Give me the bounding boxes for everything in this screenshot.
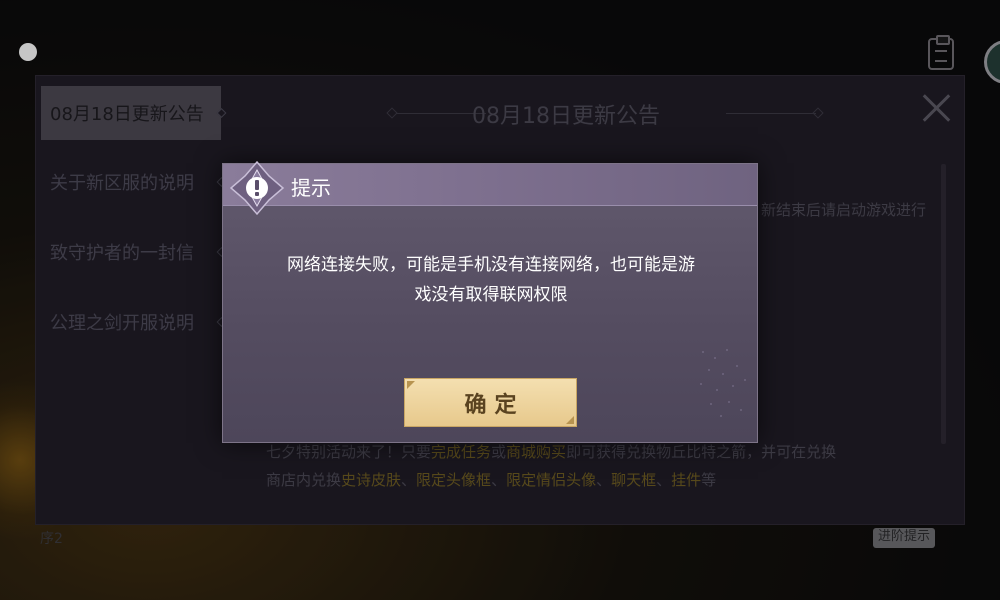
button-corner-ornament	[407, 381, 415, 389]
dialog-message: 网络连接失败，可能是手机没有连接网络，也可能是游戏没有取得联网权限	[287, 255, 695, 305]
dialog-header: 提示	[223, 164, 757, 206]
confirm-button-label: 确定	[464, 392, 525, 418]
network-error-dialog: 提示 网络连接失败，可能是手机没有连接网络，也可能是游戏没有取得联网权限 确定	[222, 160, 758, 443]
decorative-sparkle	[700, 349, 746, 417]
button-corner-ornament	[566, 416, 574, 424]
confirm-button[interactable]: 确定	[404, 378, 577, 427]
dialog-title: 提示	[291, 176, 331, 200]
warning-icon	[229, 160, 285, 216]
